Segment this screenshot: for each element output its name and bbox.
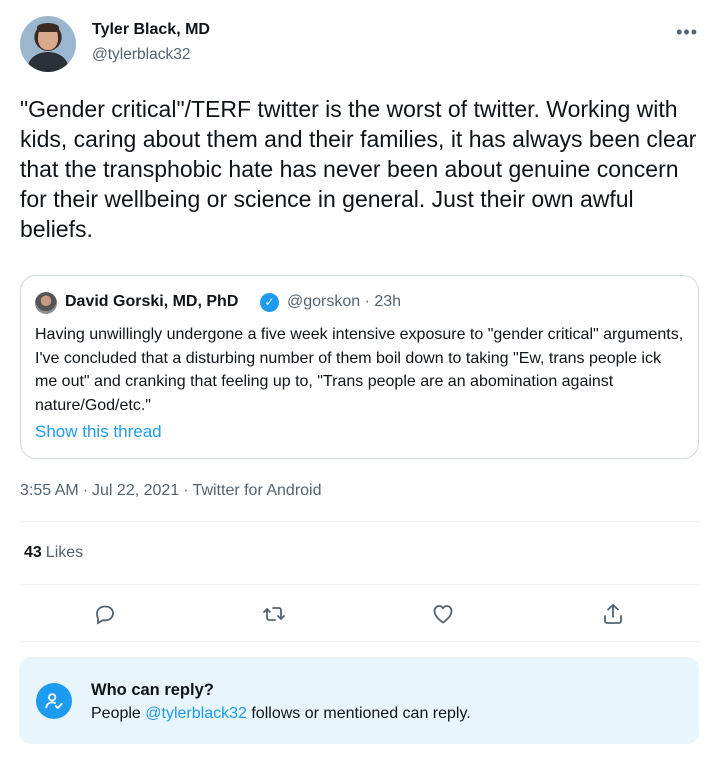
reply-notice-prefix: People [91,705,141,722]
tweet-actions [20,596,700,632]
heart-icon [433,605,453,624]
quoted-tweet-text: Having unwillingly undergone a five week… [35,326,684,414]
author-handle[interactable]: @tylerblack32 [92,46,190,64]
tweet-text: "Gender critical"/TERF twitter is the wo… [20,96,697,242]
quoted-tweet[interactable]: David Gorski, MD, PhD ✓ @gorskon · 23h H… [20,275,699,459]
reply-notice-text: People @tylerblack32 follows or mentione… [91,705,471,723]
divider [20,641,700,642]
like-button[interactable] [425,596,461,632]
tweet-time[interactable]: 3:55 AM [20,482,79,499]
ellipsis-icon[interactable]: ••• [676,22,698,43]
tweet-source[interactable]: Twitter for Android [193,482,322,499]
tweet-date[interactable]: Jul 22, 2021 [92,482,179,499]
quoted-author-name: David Gorski, MD, PhD [65,293,239,310]
reply-button[interactable] [87,596,123,632]
meta-separator: · [82,482,89,499]
reply-icon [96,605,114,625]
likes-count: 43 [24,544,42,561]
share-button[interactable] [595,596,631,632]
mention-user-icon [36,683,72,719]
divider [20,584,700,585]
show-thread-link[interactable]: Show this thread [35,422,162,442]
divider [20,521,700,522]
author-avatar[interactable] [20,16,76,72]
share-icon [604,604,622,624]
who-can-reply-notice: Who can reply? People @tylerblack32 foll… [19,657,699,744]
reply-notice-title: Who can reply? [91,681,214,699]
verified-badge-icon: ✓ [260,293,279,312]
retweet-icon [263,607,285,621]
tweet-header: Tyler Black, MD @tylerblack32 ••• [20,16,700,76]
quoted-author-avatar [35,292,57,314]
author-name[interactable]: Tyler Black, MD [92,21,210,39]
quoted-author-handle-time: @gorskon · 23h [287,293,402,310]
reply-notice-mention[interactable]: @tylerblack32 [145,705,247,722]
retweet-button[interactable] [256,596,292,632]
meta-separator: · [183,482,189,499]
reply-notice-suffix: follows or mentioned can reply. [251,705,471,722]
likes-stat[interactable]: 43 Likes [24,544,83,562]
tweet-meta: 3:55 AM · Jul 22, 2021 · Twitter for Android [20,482,322,500]
likes-label: Likes [45,544,84,561]
